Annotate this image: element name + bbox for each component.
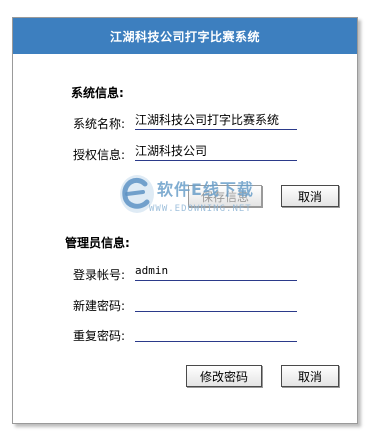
system-cancel-button[interactable]: 取消 xyxy=(281,185,339,207)
license-field[interactable]: 江湖科技公司 xyxy=(135,142,297,161)
system-name-field[interactable]: 江湖科技公司打字比赛系统 xyxy=(135,111,297,130)
change-password-button[interactable]: 修改密码 xyxy=(186,365,262,387)
admin-info-heading: 管理员信息: xyxy=(65,236,130,250)
repeat-password-label: 重复密码: xyxy=(73,329,126,343)
admin-cancel-button[interactable]: 取消 xyxy=(281,365,339,387)
dialog-title: 江湖科技公司打字比赛系统 xyxy=(109,29,260,44)
repeat-password-field[interactable] xyxy=(135,323,297,342)
system-info-heading: 系统信息: xyxy=(71,86,124,100)
account-label: 登录帐号: xyxy=(73,268,126,282)
new-password-label: 新建密码: xyxy=(73,299,126,313)
new-password-field[interactable] xyxy=(135,293,297,312)
license-label: 授权信息: xyxy=(73,148,126,162)
dialog-titlebar: 江湖科技公司打字比赛系统 xyxy=(13,18,357,54)
dialog-window: 江湖科技公司打字比赛系统 系统信息: 系统名称: 江湖科技公司打字比赛系统 授权… xyxy=(12,17,358,424)
save-info-button[interactable]: 保存信息 xyxy=(188,185,262,207)
account-field[interactable]: admin xyxy=(135,262,297,281)
system-name-label: 系统名称: xyxy=(73,117,126,131)
